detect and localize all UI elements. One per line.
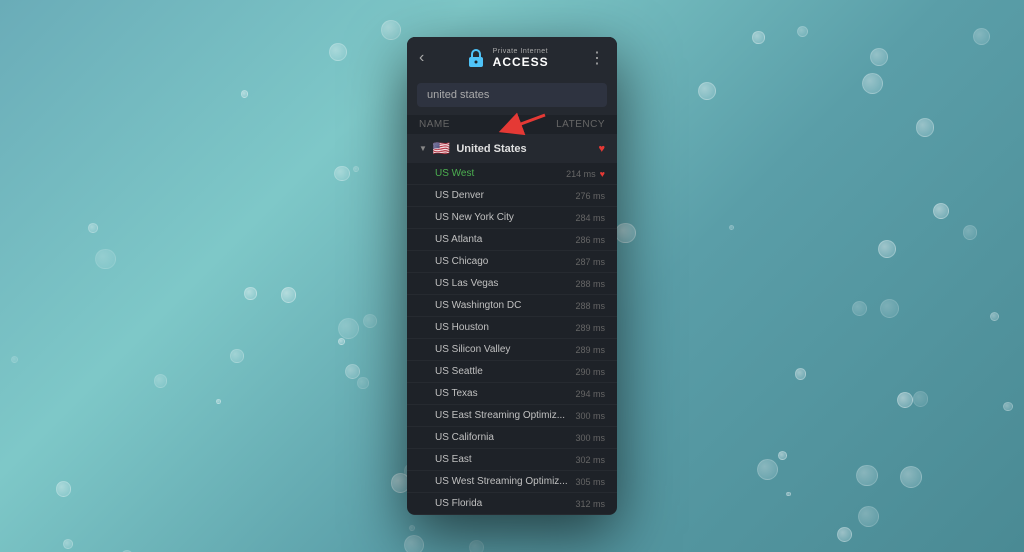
- server-latency: 300 ms: [575, 411, 605, 421]
- server-item[interactable]: US Seattle 290 ms: [407, 361, 617, 383]
- server-name: US New York City: [435, 212, 514, 223]
- server-item[interactable]: US Atlanta 286 ms: [407, 229, 617, 251]
- server-item[interactable]: US California 300 ms: [407, 427, 617, 449]
- server-latency: 276 ms: [575, 191, 605, 201]
- server-name: US Washington DC: [435, 300, 521, 311]
- server-item[interactable]: US Washington DC 288 ms: [407, 295, 617, 317]
- server-latency: 312 ms: [575, 499, 605, 509]
- server-name: US Atlanta: [435, 234, 482, 245]
- back-button[interactable]: ‹: [419, 49, 424, 67]
- server-name: US Seattle: [435, 366, 483, 377]
- server-item[interactable]: US New York City 284 ms: [407, 207, 617, 229]
- server-name: US Florida: [435, 498, 482, 509]
- country-favorite-icon[interactable]: ♥: [598, 143, 605, 155]
- country-name: United States: [456, 143, 592, 155]
- server-name: US Denver: [435, 190, 484, 201]
- server-item[interactable]: US Denver 276 ms: [407, 185, 617, 207]
- server-item[interactable]: US Texas 294 ms: [407, 383, 617, 405]
- server-latency: 289 ms: [575, 345, 605, 355]
- server-item[interactable]: US Florida 312 ms: [407, 493, 617, 515]
- server-latency: 214 ms: [566, 169, 596, 179]
- server-item[interactable]: US Las Vegas 288 ms: [407, 273, 617, 295]
- search-input[interactable]: [417, 83, 607, 107]
- server-latency: 284 ms: [575, 213, 605, 223]
- server-latency: 302 ms: [575, 455, 605, 465]
- country-header[interactable]: ▼ 🇺🇸 United States ♥: [407, 134, 617, 163]
- server-list-items: US West 214 ms ♥ US Denver 276 ms US New York…: [407, 163, 617, 515]
- app-window: ‹ Private Internet ACCESS ⋮ Name Latency…: [407, 37, 617, 515]
- server-name: US East Streaming Optimiz...: [435, 410, 565, 421]
- server-latency: 294 ms: [575, 389, 605, 399]
- server-latency: 289 ms: [575, 323, 605, 333]
- name-column-header: Name: [419, 119, 450, 130]
- title-bar: ‹ Private Internet ACCESS ⋮: [407, 37, 617, 77]
- server-latency: 290 ms: [575, 367, 605, 377]
- server-favorite-icon[interactable]: ♥: [600, 169, 605, 179]
- lock-icon: [465, 47, 487, 69]
- app-logo-area: Private Internet ACCESS: [465, 47, 549, 69]
- server-name: US Houston: [435, 322, 489, 333]
- server-list[interactable]: ▼ 🇺🇸 United States ♥ US West 214 ms ♥ US De…: [407, 134, 617, 515]
- server-name: US Texas: [435, 388, 478, 399]
- latency-column-header: Latency: [556, 119, 605, 130]
- server-name: US Las Vegas: [435, 278, 498, 289]
- app-main-title: ACCESS: [493, 55, 549, 69]
- expand-arrow-icon: ▼: [419, 144, 427, 153]
- server-name: US Chicago: [435, 256, 488, 267]
- server-item[interactable]: US Houston 289 ms: [407, 317, 617, 339]
- server-item[interactable]: US Silicon Valley 289 ms: [407, 339, 617, 361]
- server-name: US East: [435, 454, 472, 465]
- us-flag-icon: 🇺🇸: [433, 140, 450, 157]
- server-item[interactable]: US West 214 ms ♥: [407, 163, 617, 185]
- app-title-block: Private Internet ACCESS: [493, 48, 549, 69]
- server-latency: 300 ms: [575, 433, 605, 443]
- server-item[interactable]: US West Streaming Optimiz... 305 ms: [407, 471, 617, 493]
- server-item[interactable]: US Chicago 287 ms: [407, 251, 617, 273]
- server-name: US Silicon Valley: [435, 344, 510, 355]
- server-latency: 286 ms: [575, 235, 605, 245]
- server-latency: 305 ms: [575, 477, 605, 487]
- server-latency: 288 ms: [575, 279, 605, 289]
- server-latency: 287 ms: [575, 257, 605, 267]
- server-name: US California: [435, 432, 494, 443]
- server-name: US West: [435, 168, 474, 179]
- search-bar: [407, 77, 617, 115]
- server-latency: 288 ms: [575, 301, 605, 311]
- menu-button[interactable]: ⋮: [589, 48, 605, 68]
- list-header: Name Latency: [407, 115, 617, 134]
- app-pretitle: Private Internet: [493, 48, 549, 55]
- server-name: US West Streaming Optimiz...: [435, 476, 568, 487]
- server-item[interactable]: US East Streaming Optimiz... 300 ms: [407, 405, 617, 427]
- server-item[interactable]: US East 302 ms: [407, 449, 617, 471]
